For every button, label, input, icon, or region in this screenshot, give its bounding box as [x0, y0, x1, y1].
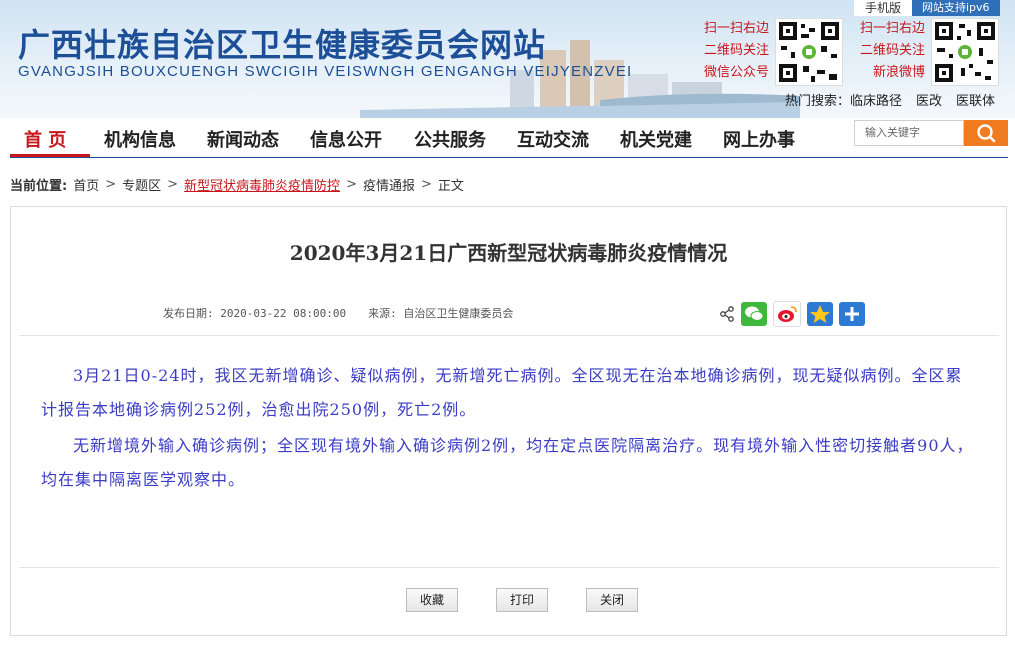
qzone-icon[interactable] [807, 302, 833, 326]
mobile-version-tab[interactable]: 手机版 [854, 0, 912, 16]
top-tabs: 手机版 网站支持ipv6 [854, 0, 1000, 16]
article-source: 来源: 自治区卫生健康委员会 [368, 307, 514, 320]
nav-item-public-service[interactable]: 公共服务 [414, 126, 486, 152]
wechat-qr-code-icon [775, 18, 844, 86]
site-header: 广西壮族自治区卫生健康委员会网站 GVANGJSIH BOUXCUENGH SW… [0, 0, 1015, 118]
breadcrumb-current: 正文 [437, 179, 464, 194]
qr-right-line2: 二维码关注 [860, 43, 926, 58]
article-title: 2020年3月21日广西新型冠状病毒肺炎疫情情况 [289, 241, 728, 265]
chevron-right-icon: > [105, 177, 117, 192]
chevron-right-icon: > [420, 177, 432, 192]
nav-item-news[interactable]: 新闻动态 [207, 126, 279, 152]
hot-search: 热门搜索： 临床路径 医改 医联体 [785, 90, 995, 109]
weibo-icon[interactable] [773, 301, 801, 327]
article-actions: 收藏 打印 关闭 [406, 588, 638, 612]
wechat-qr-group: 扫一扫右边 二维码关注 微信公众号 [704, 18, 844, 86]
breadcrumb: 当前位置: 首页 > 专题区 > 新型冠状病毒肺炎疫情防控 > 疫情通报 > 正… [10, 175, 464, 194]
site-subtitle: GVANGJSIH BOUXCUENGH SWCIGIH VEISWNGH GE… [18, 63, 633, 80]
breadcrumb-home[interactable]: 首页 [73, 175, 99, 194]
nav-item-party-building[interactable]: 机关党建 [620, 126, 692, 152]
weibo-qr-group: 扫一扫右边 二维码关注 新浪微博 [860, 18, 1000, 86]
hot-search-item[interactable]: 临床路径 [850, 90, 902, 109]
nav-item-org-info[interactable]: 机构信息 [104, 126, 176, 152]
article-container: 2020年3月21日广西新型冠状病毒肺炎疫情情况 发布日期: 2020-03-2… [10, 206, 1007, 636]
collect-button[interactable]: 收藏 [406, 588, 458, 612]
nav-item-online-service[interactable]: 网上办事 [723, 126, 795, 152]
chevron-right-icon: > [167, 177, 179, 192]
breadcrumb-covid[interactable]: 新型冠状病毒肺炎疫情防控 [184, 175, 340, 194]
search-input[interactable]: 输入关键字 [854, 120, 964, 146]
share-icon[interactable] [719, 306, 735, 322]
ipv6-support-tab[interactable]: 网站支持ipv6 [912, 0, 1000, 16]
breadcrumb-bulletin[interactable]: 疫情通报 [363, 175, 415, 194]
qr-left-line1: 扫一扫右边 [704, 21, 770, 36]
hot-search-item[interactable]: 医改 [916, 90, 942, 109]
qr-left-line3[interactable]: 微信公众号 [704, 62, 769, 84]
site-title: 广西壮族自治区卫生健康委员会网站 [18, 26, 547, 64]
meta-divider [19, 335, 999, 336]
search-icon [977, 124, 996, 143]
nav-item-home[interactable]: 首 页 [24, 126, 66, 152]
wechat-icon[interactable] [741, 302, 767, 326]
weibo-qr-code-icon [931, 18, 1000, 86]
qr-right-line1: 扫一扫右边 [860, 21, 926, 36]
hot-search-item[interactable]: 医联体 [956, 90, 995, 109]
article-paragraph-2: 无新增境外输入确诊病例；全区现有境外输入确诊病例2例，均在定点医院隔离治疗。现有… [41, 436, 974, 489]
share-bar [719, 301, 865, 327]
chevron-right-icon: > [346, 177, 357, 192]
article-paragraph-1: 3月21日0-24时，我区无新增确诊、疑似病例，无新增死亡病例。全区现无在治本地… [41, 366, 963, 419]
nav-item-info-disclosure[interactable]: 信息公开 [310, 126, 382, 152]
breadcrumb-label: 当前位置: [10, 179, 68, 194]
search-button[interactable] [964, 120, 1008, 146]
close-button[interactable]: 关闭 [586, 588, 638, 612]
nav-item-interaction[interactable]: 互动交流 [517, 126, 589, 152]
bottom-divider [19, 567, 999, 568]
qr-left-line2: 二维码关注 [704, 43, 770, 58]
nav-divider [10, 157, 1008, 158]
print-button[interactable]: 打印 [496, 588, 548, 612]
breadcrumb-topic[interactable]: 专题区 [122, 175, 161, 194]
article-meta: 发布日期: 2020-03-22 08:00:00 来源: 自治区卫生健康委员会 [163, 305, 513, 321]
hot-search-label: 热门搜索： [785, 94, 851, 109]
qr-right-line3[interactable]: 新浪微博 [860, 62, 925, 84]
publish-date: 发布日期: 2020-03-22 08:00:00 [163, 307, 347, 320]
more-share-icon[interactable] [839, 302, 865, 326]
